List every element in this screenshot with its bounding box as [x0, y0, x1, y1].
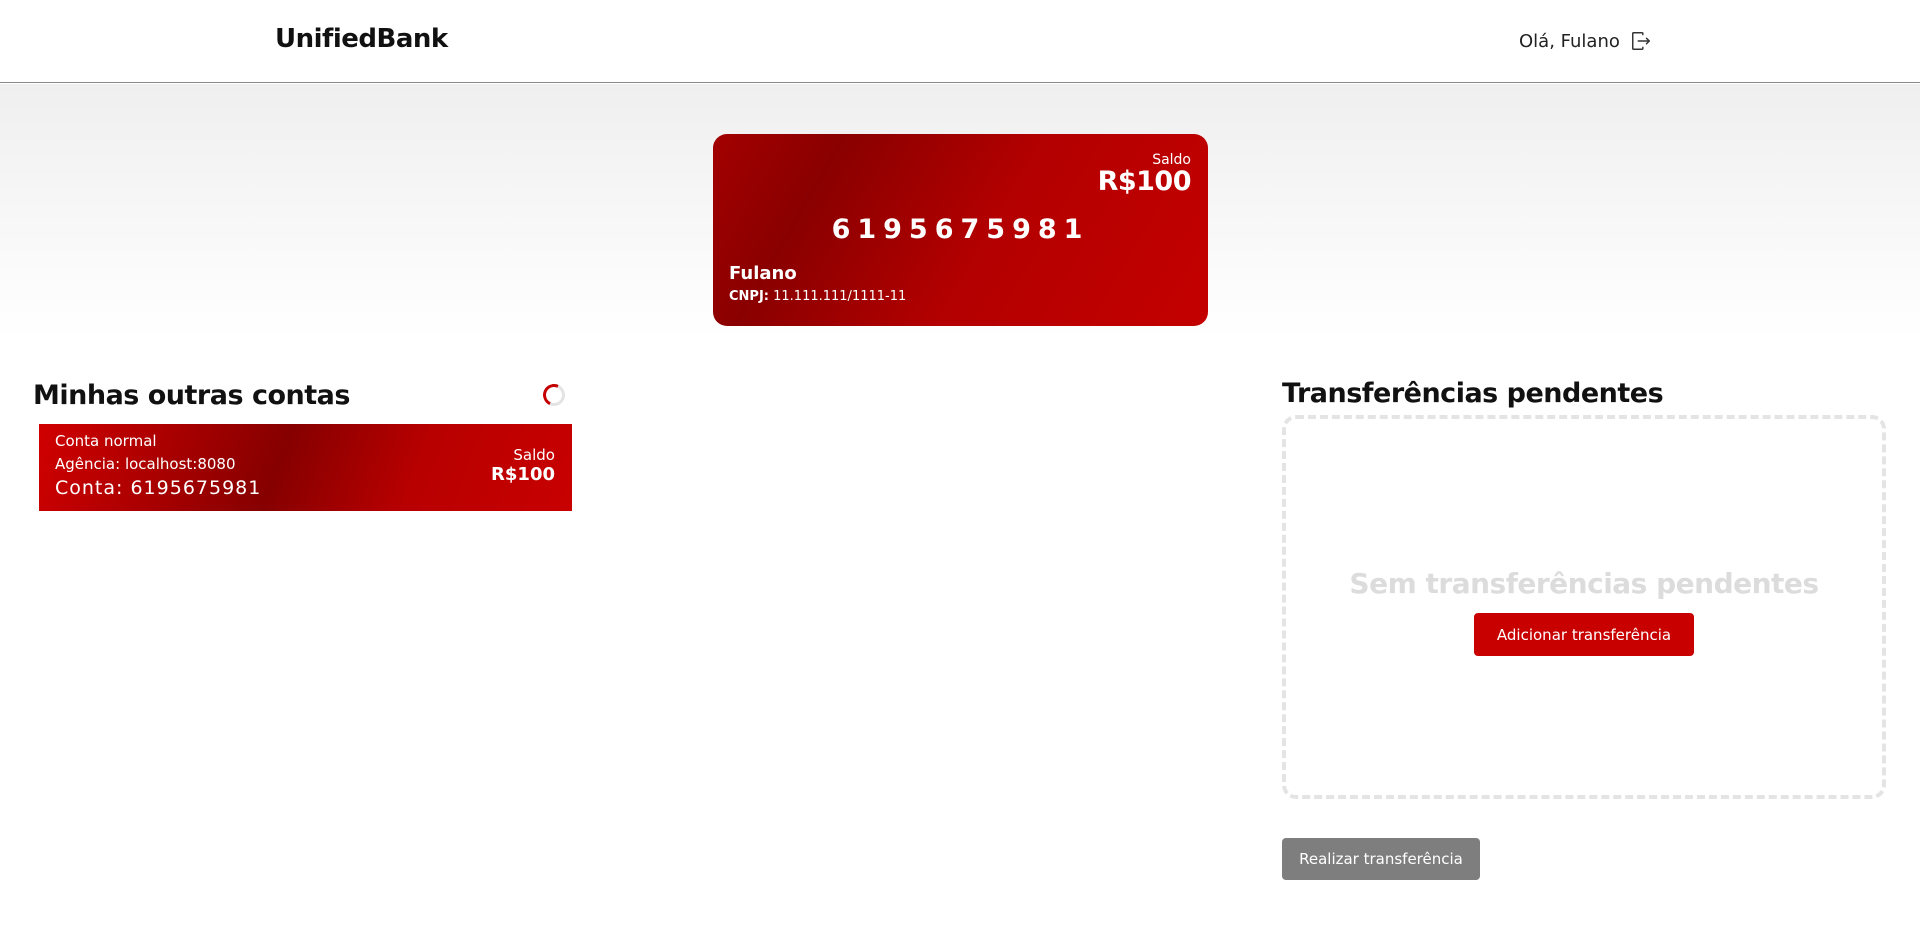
greeting-text: Olá, Fulano	[1519, 30, 1620, 52]
document-label: CNPJ:	[729, 289, 769, 304]
empty-state-message: Sem transferências pendentes	[1349, 567, 1819, 600]
balance-label: Saldo	[513, 446, 555, 464]
add-transfer-button[interactable]: Adicionar transferência	[1474, 613, 1694, 656]
brand-logo[interactable]: UnifiedBank	[275, 24, 448, 54]
account-type: Conta normal	[55, 432, 157, 450]
account-number: 6195675981	[831, 214, 1090, 245]
main-account-card: Saldo R$100 6195675981 Fulano CNPJ: 11.1…	[713, 134, 1208, 326]
other-accounts-title: Minhas outras contas	[33, 380, 350, 411]
top-bar: UnifiedBank Olá, Fulano	[0, 0, 1920, 83]
account-agency: Agência: localhost:8080	[55, 455, 236, 473]
logout-icon[interactable]	[1630, 30, 1652, 52]
user-menu[interactable]: Olá, Fulano	[1519, 30, 1652, 52]
pending-transfers-panel: Sem transferências pendentes Adicionar t…	[1282, 415, 1886, 799]
document-line: CNPJ: 11.111.111/1111-11	[729, 289, 906, 304]
account-list-item[interactable]: Conta normal Agência: localhost:8080 Con…	[39, 424, 572, 511]
balance-value: R$100	[1097, 166, 1192, 197]
make-transfer-button[interactable]: Realizar transferência	[1282, 838, 1480, 880]
loading-spinner-icon	[539, 380, 569, 410]
account-number: Conta: 6195675981	[55, 477, 262, 499]
account-holder: Fulano	[729, 263, 797, 284]
pending-transfers-title: Transferências pendentes	[1282, 378, 1664, 409]
document-value: 11.111.111/1111-11	[773, 289, 907, 304]
balance-value: R$100	[491, 464, 555, 485]
